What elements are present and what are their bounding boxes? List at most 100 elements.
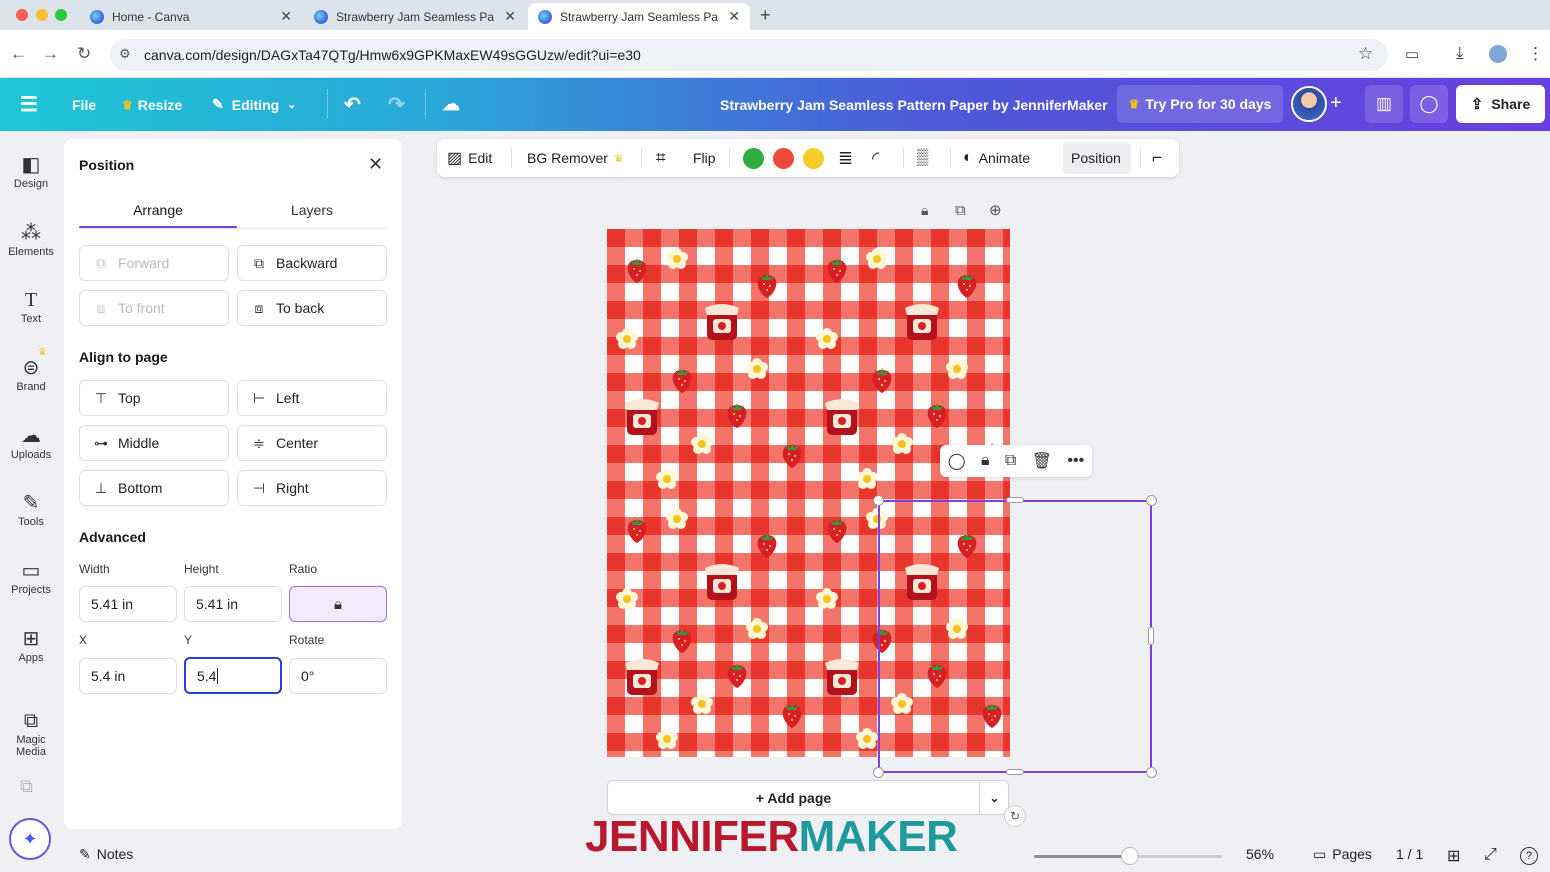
resize-handle-bottom[interactable] (1006, 769, 1024, 775)
resize-handle-tl[interactable] (873, 495, 884, 506)
corner-rounding-icon[interactable]: ◜ (872, 139, 879, 177)
tab-arrange[interactable]: Arrange (79, 202, 237, 218)
resize-handle-right[interactable] (1148, 627, 1154, 645)
site-settings-icon[interactable]: ⚙ (119, 46, 131, 62)
cloud-saved-icon[interactable]: ☁ (442, 78, 460, 131)
to-front-button[interactable]: ⧈ To front (79, 290, 229, 326)
more-apps-icon[interactable]: ⧉ (20, 776, 33, 797)
reload-icon[interactable]: ↻ (77, 44, 91, 64)
bg-remover-button[interactable]: BG Remover ♛ (527, 139, 624, 177)
browser-tab-jam-active[interactable]: Strawberry Jam Seamless Pa ✕ (528, 3, 750, 30)
copy-style-icon[interactable]: ⌐ (1152, 139, 1162, 177)
delete-element-icon[interactable]: 🗑︎ (1032, 451, 1052, 471)
notes-button[interactable]: ✎ Notes (79, 846, 133, 863)
sidebar-item-design[interactable]: ◧ Design (0, 152, 62, 190)
align-middle-button[interactable]: ⊶ Middle (79, 425, 229, 461)
align-left-button[interactable]: ⊢ Left (237, 380, 387, 416)
try-pro-button[interactable]: ♛ Try Pro for 30 days (1117, 85, 1283, 123)
add-page-icon[interactable]: ⊕ (989, 201, 1002, 219)
sidebar-item-tools[interactable]: ✎ Tools (0, 490, 62, 528)
resize-button[interactable]: ♛ Resize (122, 78, 182, 131)
align-bottom-button[interactable]: ⊥ Bottom (79, 470, 229, 506)
backward-button[interactable]: ⧉ Backward (237, 245, 387, 281)
download-icon[interactable]: ⤓ (1456, 43, 1464, 63)
browser-tab-home[interactable]: Home - Canva ✕ (80, 3, 302, 30)
comment-add-icon[interactable]: ◯ (948, 451, 966, 471)
sidebar-item-apps[interactable]: ⊞ Apps (0, 626, 62, 664)
maximize-window-dot[interactable] (55, 9, 67, 21)
tab-layers[interactable]: Layers (237, 202, 387, 218)
editing-mode-button[interactable]: ✎ Editing ⌄ (212, 78, 296, 131)
hamburger-menu-icon[interactable]: ☰ (20, 78, 38, 131)
resize-handle-br[interactable] (1146, 767, 1157, 778)
color-swatch-red[interactable] (773, 148, 794, 169)
refresh-icon[interactable]: ↻ (1004, 805, 1026, 827)
animate-button[interactable]: ◐ Animate (963, 139, 1030, 177)
sidebar-item-uploads[interactable]: ☁ Uploads (0, 423, 62, 461)
zoom-slider-thumb[interactable] (1121, 847, 1140, 865)
profile-avatar[interactable] (1489, 45, 1507, 63)
browser-tab-jam-1[interactable]: Strawberry Jam Seamless Pa ✕ (304, 3, 526, 30)
add-collaborator-icon[interactable]: + (1330, 92, 1342, 115)
file-menu-button[interactable]: File (72, 78, 96, 131)
to-back-button[interactable]: ⧈ To back (237, 290, 387, 326)
flip-button[interactable]: Flip (693, 139, 716, 177)
position-button[interactable]: Position (1071, 139, 1121, 177)
close-tab-icon[interactable]: ✕ (728, 8, 740, 25)
border-style-icon[interactable]: ≣ (838, 139, 853, 177)
y-field[interactable]: 5.4 (184, 657, 282, 694)
resize-handle-top[interactable] (1006, 497, 1024, 503)
close-panel-icon[interactable]: ✕ (368, 154, 383, 175)
resize-handle-bl[interactable] (873, 767, 884, 778)
more-options-icon[interactable]: ••• (1067, 452, 1084, 470)
sidebar-item-magic-media[interactable]: ⧉ Magic Media (0, 708, 62, 758)
height-field[interactable]: 5.41 in (184, 586, 282, 622)
rotate-field[interactable]: 0° (289, 658, 387, 694)
insights-chart-icon[interactable]: ▥ (1365, 85, 1403, 123)
selection-box[interactable] (878, 500, 1152, 773)
add-page-dropdown-icon[interactable]: ⌄ (980, 781, 1009, 814)
transparency-icon[interactable]: ▒ (917, 139, 928, 177)
color-swatch-yellow[interactable] (803, 148, 824, 169)
back-icon[interactable]: ← (10, 44, 27, 64)
color-swatch-green[interactable] (743, 148, 764, 169)
edit-image-button[interactable]: ▨ Edit (447, 139, 492, 177)
sidebar-item-brand[interactable]: ⊜ Brand (0, 355, 62, 393)
document-title[interactable]: Strawberry Jam Seamless Pattern Paper by… (720, 78, 1108, 131)
user-avatar[interactable] (1291, 86, 1327, 122)
resize-handle-tr[interactable] (1146, 495, 1157, 506)
magic-assistant-icon[interactable]: ✦ (9, 818, 51, 860)
comment-icon[interactable]: ◯ (1410, 85, 1448, 123)
forward-button[interactable]: ⧉ Forward (79, 245, 229, 281)
duplicate-element-icon[interactable]: ⧉ (1005, 452, 1016, 470)
new-tab-icon[interactable]: + (760, 5, 771, 26)
align-top-button[interactable]: ⊤ Top (79, 380, 229, 416)
sidebar-item-text[interactable]: T Text (0, 287, 62, 325)
x-field[interactable]: 5.4 in (79, 658, 177, 694)
share-button[interactable]: ⇪ Share (1456, 85, 1545, 123)
add-page-button[interactable]: + Add page (608, 781, 979, 814)
undo-icon[interactable]: ↶ (344, 78, 361, 131)
cast-icon[interactable]: ▭ (1405, 45, 1419, 63)
minimize-window-dot[interactable] (36, 9, 48, 21)
align-center-button[interactable]: ≑ Center (237, 425, 387, 461)
browser-menu-icon[interactable]: ⋮ (1527, 44, 1544, 64)
bookmark-star-icon[interactable]: ☆ (1358, 44, 1373, 64)
address-bar[interactable]: canva.com/design/DAGxTa47QTg/Hmw6x9GPKMa… (110, 39, 1388, 71)
help-icon[interactable]: ? (1520, 847, 1538, 865)
sidebar-item-elements[interactable]: ⁂ Elements (0, 220, 62, 258)
close-tab-icon[interactable]: ✕ (280, 8, 292, 25)
close-window-dot[interactable] (16, 9, 28, 21)
lock-element-icon[interactable]: 🔒︎ (981, 452, 990, 470)
duplicate-page-icon[interactable]: ⧉ (955, 202, 966, 219)
lock-ratio-button[interactable]: 🔒︎ (289, 586, 387, 622)
sidebar-item-projects[interactable]: ▭ Projects (0, 558, 62, 596)
crop-icon[interactable]: ⌗ (656, 139, 666, 177)
width-field[interactable]: 5.41 in (79, 586, 177, 622)
zoom-level[interactable]: 56% (1246, 846, 1274, 862)
pages-button[interactable]: ▭ Pages (1313, 846, 1372, 863)
align-right-button[interactable]: ⊣ Right (237, 470, 387, 506)
lock-page-icon[interactable]: 🔒︎ (921, 202, 928, 219)
redo-icon[interactable]: ↷ (388, 78, 405, 131)
fullscreen-icon[interactable]: ⤢ (1484, 846, 1497, 864)
